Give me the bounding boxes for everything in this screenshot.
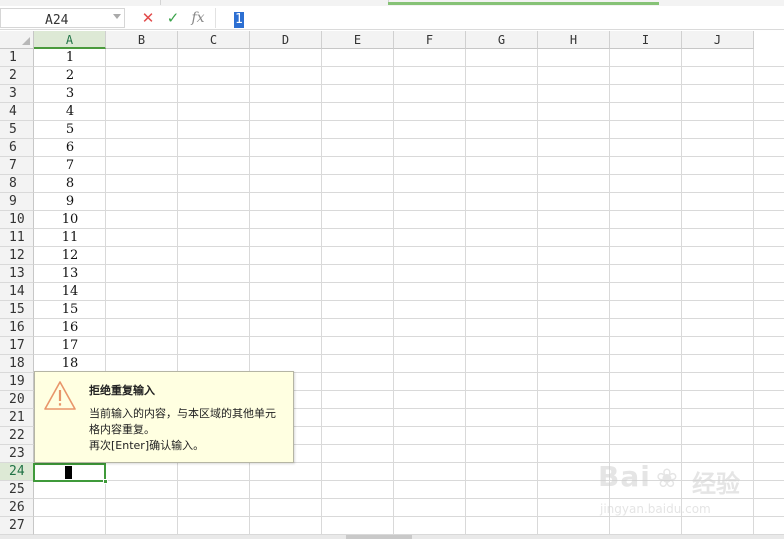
select-all-button[interactable]	[0, 31, 34, 49]
cell-a8[interactable]: 8	[34, 175, 106, 193]
column-header-d[interactable]: D	[250, 31, 322, 49]
row-header-9[interactable]: 9	[0, 193, 34, 211]
row-header-20[interactable]: 20	[0, 391, 34, 409]
column-header-g[interactable]: G	[466, 31, 538, 49]
select-all-triangle-icon	[22, 37, 30, 45]
cell-a3[interactable]: 3	[34, 85, 106, 103]
paw-icon: ❀	[656, 464, 678, 494]
horizontal-scrollbar[interactable]	[0, 535, 784, 539]
row-header-3[interactable]: 3	[0, 85, 34, 103]
warning-title: 拒绝重复输入	[89, 384, 155, 397]
column-header-e[interactable]: E	[322, 31, 394, 49]
formula-input[interactable]: 1	[222, 8, 782, 28]
row-header-4[interactable]: 4	[0, 103, 34, 121]
row-header-1[interactable]: 1	[0, 49, 34, 67]
warning-triangle-icon	[44, 381, 76, 410]
cell-a12[interactable]: 12	[34, 247, 106, 265]
insert-function-button[interactable]: fx	[187, 9, 209, 27]
cell-a5[interactable]: 5	[34, 121, 106, 139]
fill-handle[interactable]	[103, 479, 108, 484]
row-header-25[interactable]: 25	[0, 481, 34, 499]
row-header-18[interactable]: 18	[0, 355, 34, 373]
row-header-24[interactable]: 24	[0, 463, 34, 481]
active-tab-indicator	[388, 2, 659, 5]
row-header-14[interactable]: 14	[0, 283, 34, 301]
row-header-6[interactable]: 6	[0, 139, 34, 157]
tab-divider	[160, 0, 161, 5]
name-box-input[interactable]	[1, 11, 106, 30]
column-header-h[interactable]: H	[538, 31, 610, 49]
cell-a1[interactable]: 1	[34, 49, 106, 67]
watermark-brand-cn: 经验	[692, 470, 740, 498]
row-header-16[interactable]: 16	[0, 319, 34, 337]
row-header-27[interactable]: 27	[0, 517, 34, 535]
warning-line: 再次[Enter]确认输入。	[89, 439, 205, 452]
watermark-url: jingyan.baidu.com	[600, 502, 711, 516]
cell-a13[interactable]: 13	[34, 265, 106, 283]
row-header-8[interactable]: 8	[0, 175, 34, 193]
column-header-f[interactable]: F	[394, 31, 466, 49]
row-header-15[interactable]: 15	[0, 301, 34, 319]
cell-a11[interactable]: 11	[34, 229, 106, 247]
row-header-26[interactable]: 26	[0, 499, 34, 517]
duplicate-input-warning: 拒绝重复输入 当前输入的内容，与本区域的其他单元 格内容重复。 再次[Enter…	[34, 371, 294, 463]
row-header-5[interactable]: 5	[0, 121, 34, 139]
cell-a15[interactable]: 15	[34, 301, 106, 319]
confirm-icon[interactable]: ✓	[163, 9, 183, 27]
cell-a2[interactable]: 2	[34, 67, 106, 85]
row-header-2[interactable]: 2	[0, 67, 34, 85]
row-header-23[interactable]: 23	[0, 445, 34, 463]
cell-a4[interactable]: 4	[34, 103, 106, 121]
baidu-jingyan-watermark: Bai ❀ 经验 jingyan.baidu.com	[596, 460, 776, 530]
column-header-j[interactable]: J	[682, 31, 754, 49]
name-box[interactable]	[0, 8, 125, 30]
chevron-down-icon[interactable]	[113, 14, 121, 19]
column-header-a[interactable]: A	[34, 31, 106, 49]
cell-a14[interactable]: 14	[34, 283, 106, 301]
row-header-12[interactable]: 12	[0, 247, 34, 265]
cancel-icon[interactable]: ✕	[138, 9, 158, 27]
cell-a9[interactable]: 9	[34, 193, 106, 211]
column-header-i[interactable]: I	[610, 31, 682, 49]
row-header-13[interactable]: 13	[0, 265, 34, 283]
row-header-21[interactable]: 21	[0, 409, 34, 427]
formula-bar-divider	[215, 8, 216, 28]
cell-a10[interactable]: 10	[34, 211, 106, 229]
cell-a6[interactable]: 6	[34, 139, 106, 157]
column-header-b[interactable]: B	[106, 31, 178, 49]
warning-line: 格内容重复。	[89, 423, 155, 436]
formula-bar: ✕ ✓ fx 1	[0, 6, 784, 30]
warning-message: 当前输入的内容，与本区域的其他单元 格内容重复。 再次[Enter]确认输入。	[89, 406, 293, 454]
watermark-brand: Bai	[598, 460, 651, 493]
row-header-11[interactable]: 11	[0, 229, 34, 247]
row-header-22[interactable]: 22	[0, 427, 34, 445]
cell-a16[interactable]: 16	[34, 319, 106, 337]
row-header-19[interactable]: 19	[0, 373, 34, 391]
scrollbar-thumb[interactable]	[346, 535, 412, 539]
active-cell-a24[interactable]	[33, 463, 108, 484]
cell-a7[interactable]: 7	[34, 157, 106, 175]
row-header-7[interactable]: 7	[0, 157, 34, 175]
warning-line: 当前输入的内容，与本区域的其他单元	[89, 407, 276, 420]
row-header-10[interactable]: 10	[0, 211, 34, 229]
text-cursor	[65, 466, 72, 479]
column-header-c[interactable]: C	[178, 31, 250, 49]
row-header-17[interactable]: 17	[0, 337, 34, 355]
formula-selected-text: 1	[234, 12, 244, 28]
cell-a17[interactable]: 17	[34, 337, 106, 355]
